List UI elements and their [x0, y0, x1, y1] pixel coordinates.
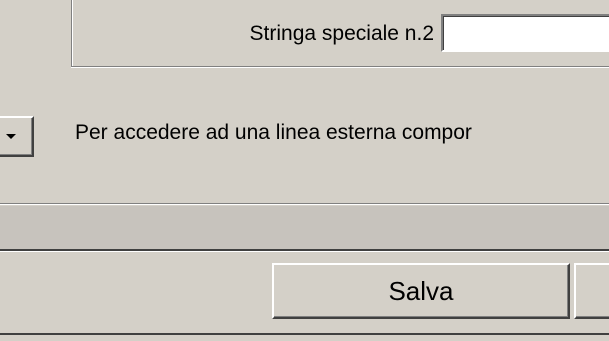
external-line-info-text: Per accedere ad una linea esterna compor — [75, 121, 472, 144]
footer-border — [0, 333, 609, 335]
separator-band — [0, 206, 609, 250]
save-button[interactable]: Salva — [272, 263, 570, 319]
chevron-down-icon — [6, 134, 16, 139]
separator-top — [0, 203, 609, 205]
special-string-2-input[interactable] — [441, 14, 609, 52]
separator-bottom — [0, 249, 609, 252]
dropdown-button[interactable] — [0, 116, 34, 157]
special-string-2-label: Stringa speciale n.2 — [249, 22, 434, 45]
next-button[interactable] — [574, 263, 609, 319]
dialog-window: Stringa speciale n.2 Per accedere ad una… — [0, 0, 609, 341]
